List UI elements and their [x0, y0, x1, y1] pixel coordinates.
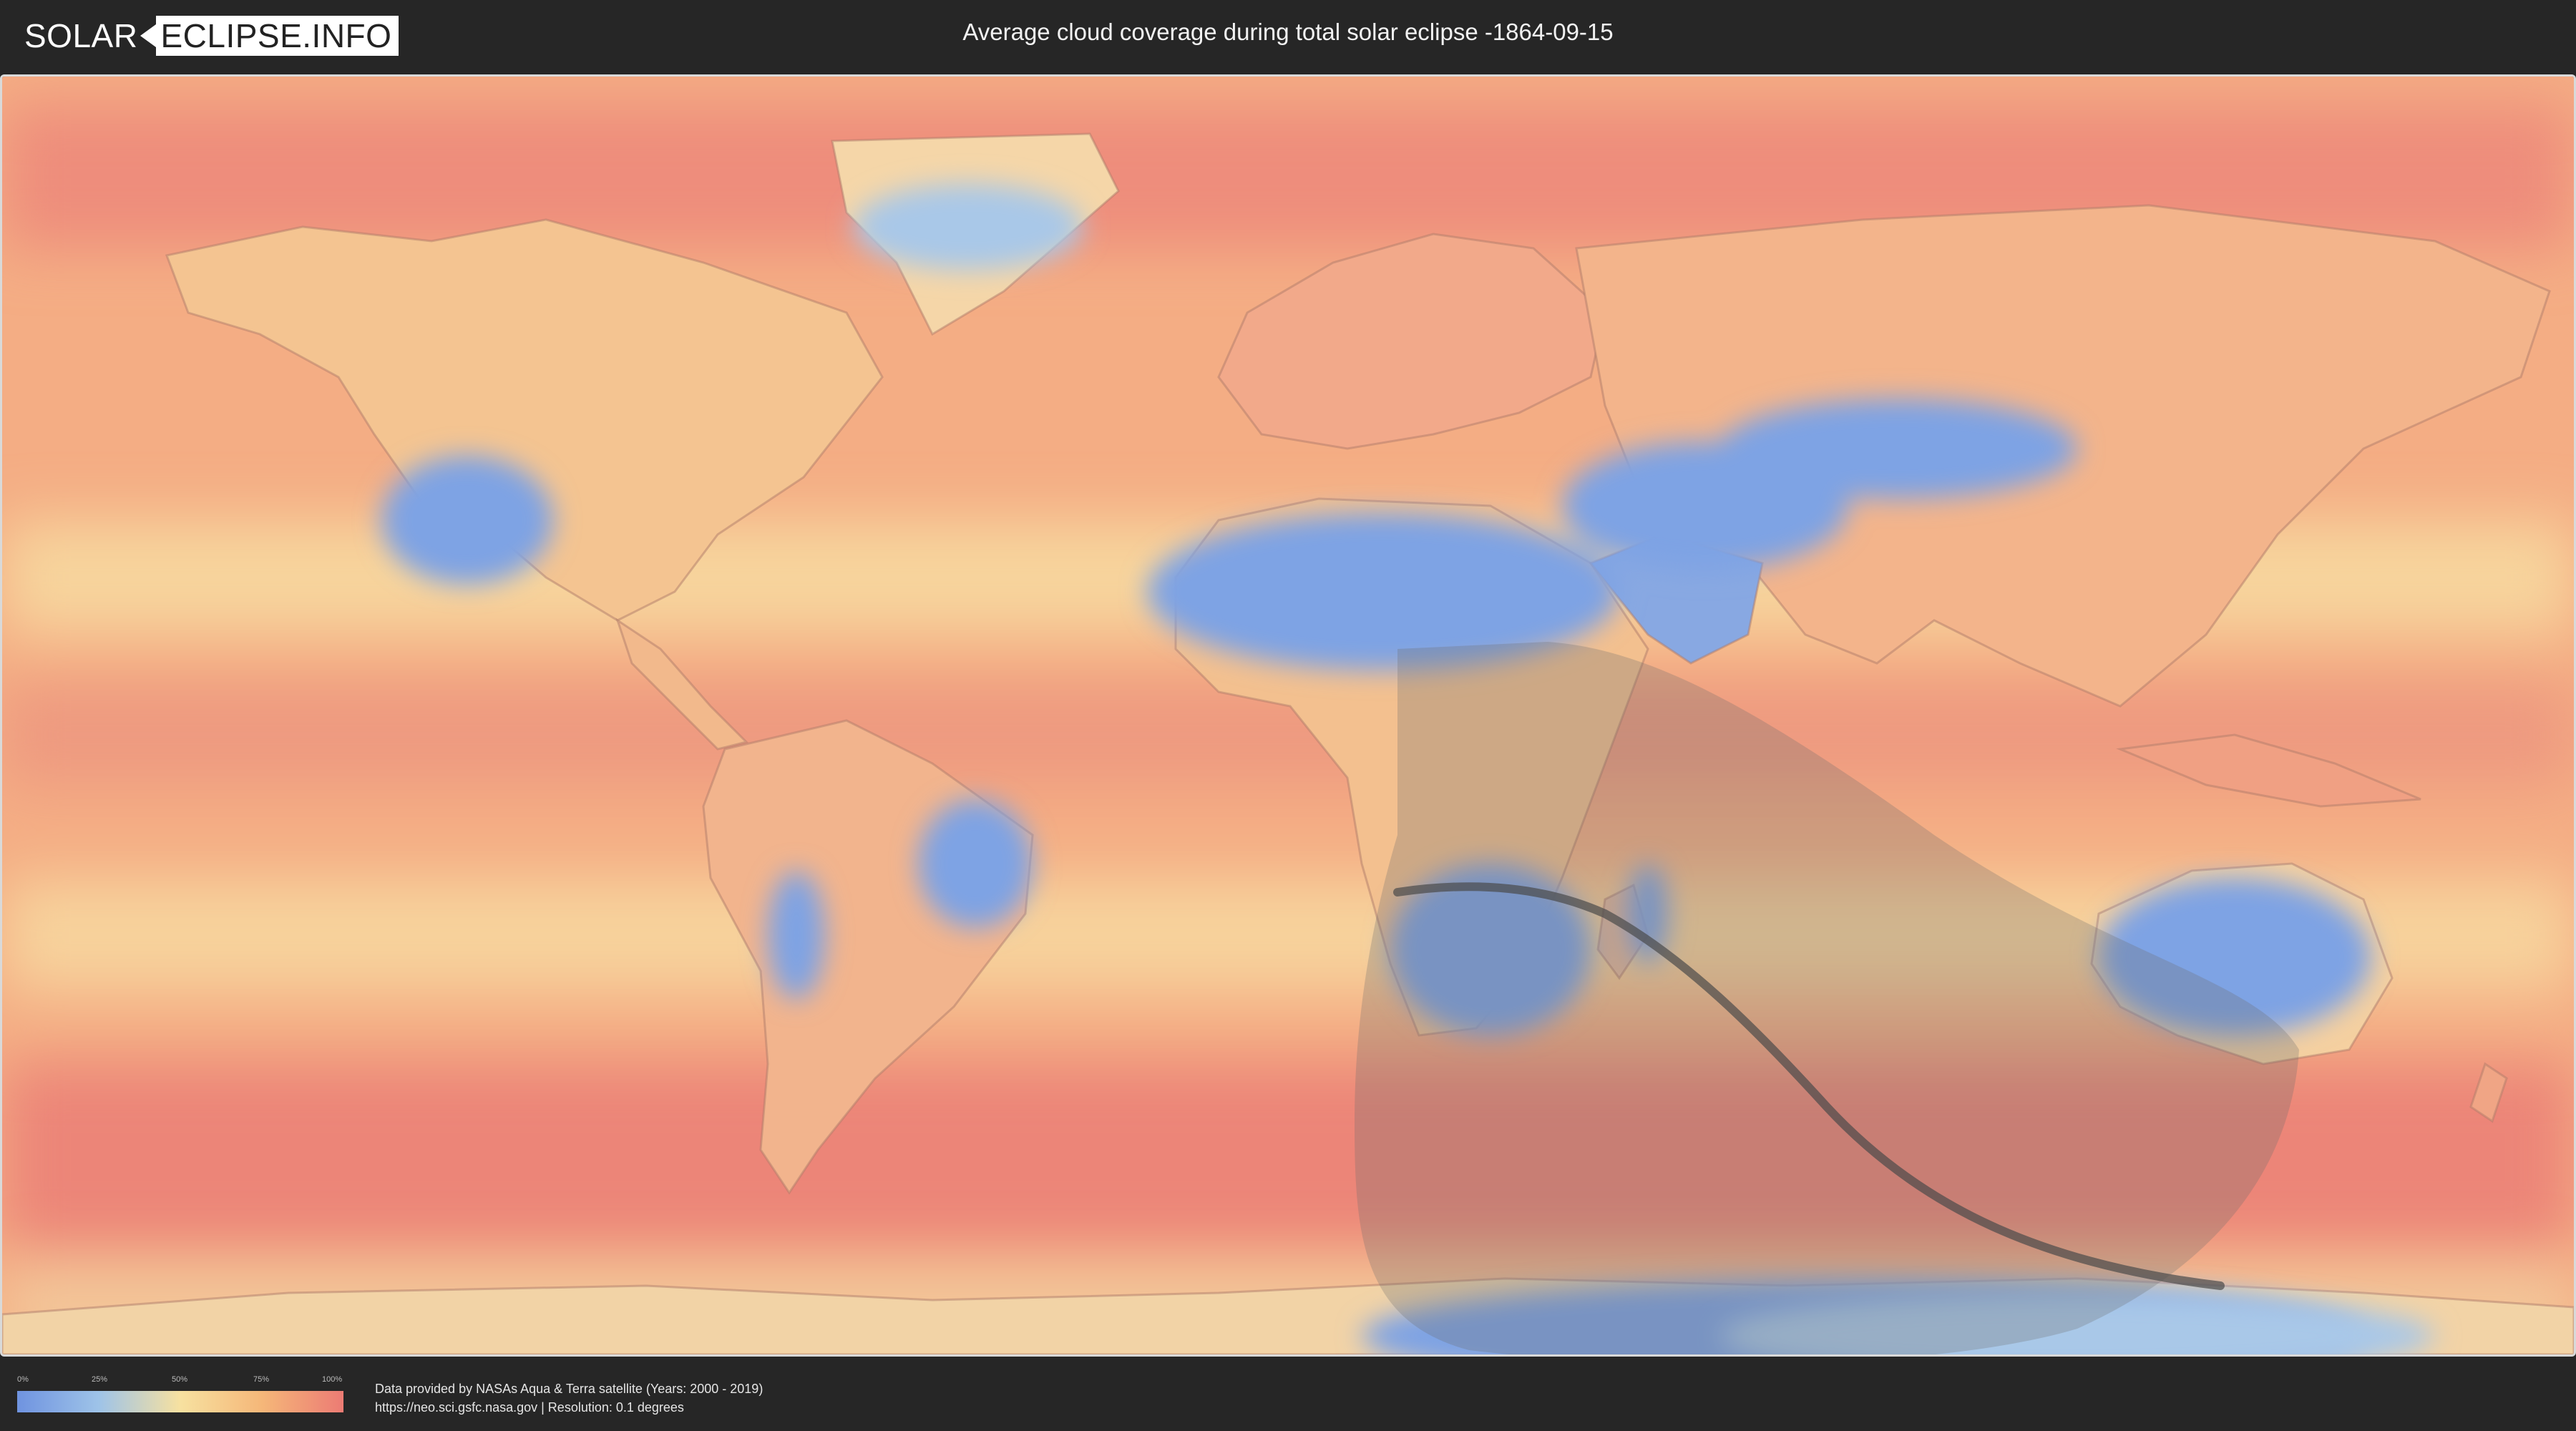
world-map	[2, 77, 2574, 1354]
legend-ticks: 0% 25% 50% 75% 100%	[17, 1375, 343, 1385]
legend-tick-0: 0%	[17, 1375, 29, 1384]
header-bar: SOLAR ECLIPSE.INFO Average cloud coverag…	[0, 0, 2576, 72]
data-credit: Data provided by NASAs Aqua & Terra sate…	[375, 1379, 763, 1417]
page-title: Average cloud coverage during total sola…	[962, 19, 1614, 45]
legend-tick-75: 75%	[253, 1375, 270, 1384]
legend-tick-50: 50%	[172, 1375, 188, 1384]
legend-tick-25: 25%	[92, 1375, 108, 1384]
cloud-coverage-map[interactable]	[0, 74, 2576, 1357]
legend-tick-100: 100%	[322, 1375, 343, 1384]
legend-color-bar	[17, 1391, 343, 1412]
credit-line-url[interactable]: https://neo.sci.gsfc.nasa.gov | Resoluti…	[375, 1398, 763, 1417]
footer-bar: 0% 25% 50% 75% 100% Data provided by NAS…	[0, 1359, 2576, 1431]
cloud-coverage-legend: 0% 25% 50% 75% 100%	[17, 1375, 343, 1418]
credit-line-source: Data provided by NASAs Aqua & Terra sate…	[375, 1382, 763, 1396]
